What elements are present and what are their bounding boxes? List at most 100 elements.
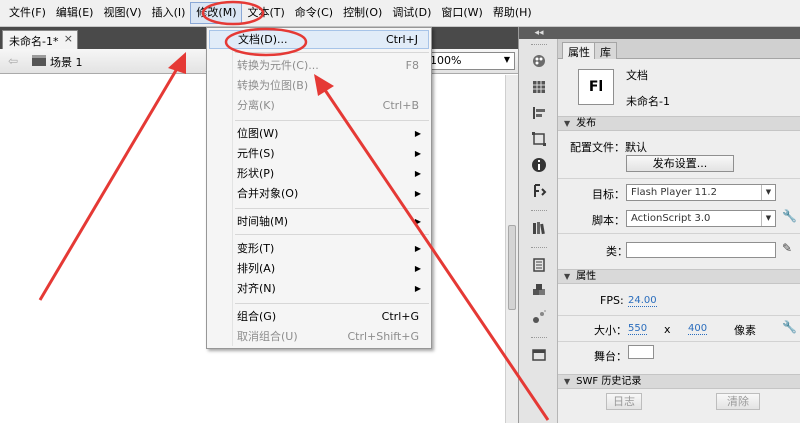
properties-section-header[interactable]: ▼ 属性 — [558, 269, 800, 284]
info-icon[interactable] — [531, 157, 547, 173]
wrench-icon[interactable]: 🔧 — [782, 209, 797, 223]
menu-item-label: 时间轴(M) — [237, 215, 289, 228]
publish-settings-button[interactable]: 发布设置... — [626, 155, 734, 172]
height-value[interactable]: 400 — [688, 323, 708, 335]
tab-properties[interactable]: 属性 — [562, 42, 596, 59]
color-palette-icon[interactable] — [531, 53, 547, 69]
collapse-triangle-icon: ▼ — [564, 272, 571, 281]
menu-item-convert-to-symbol[interactable]: 转换为元件(C)... F8 — [209, 56, 429, 75]
menu-item-transform[interactable]: 变形(T) ▶ — [209, 239, 429, 258]
menu-item-timeline[interactable]: 时间轴(M) ▶ — [209, 212, 429, 231]
publish-section-header[interactable]: ▼ 发布 — [558, 116, 800, 131]
menu-item-document[interactable]: 文档(D)... Ctrl+J — [209, 30, 429, 49]
menu-item-shortcut: Ctrl+B — [382, 99, 419, 112]
fps-value[interactable]: 24.00 — [628, 295, 657, 307]
vertical-scrollbar[interactable] — [505, 75, 518, 423]
menu-item-symbol[interactable]: 元件(S) ▶ — [209, 144, 429, 163]
menu-item-break-apart[interactable]: 分离(K) Ctrl+B — [209, 96, 429, 115]
menu-item-shortcut: Ctrl+J — [385, 33, 418, 46]
clear-button[interactable]: 清除 — [716, 393, 760, 410]
menu-text[interactable]: 文本(T) — [242, 2, 289, 24]
submenu-arrow-icon: ▶ — [414, 189, 421, 198]
menu-separator — [235, 208, 429, 209]
class-label: 类： — [606, 245, 628, 258]
menu-debug[interactable]: 调试(D) — [387, 2, 436, 24]
menu-view[interactable]: 视图(V) — [98, 2, 146, 24]
class-input[interactable] — [626, 242, 776, 258]
wrench-icon[interactable]: 🔧 — [782, 320, 797, 334]
script-select[interactable]: ActionScript 3.0 ▼ — [626, 210, 776, 227]
menu-item-label: 位图(W) — [237, 127, 279, 140]
target-select[interactable]: Flash Player 11.2 ▼ — [626, 184, 776, 201]
library-books-icon[interactable] — [531, 220, 547, 236]
submenu-arrow-icon: ▶ — [414, 149, 421, 158]
stage-color-swatch[interactable] — [628, 345, 654, 359]
gripper — [531, 247, 547, 249]
menu-item-label: 文档(D)... — [238, 33, 288, 46]
menu-item-arrange[interactable]: 排列(A) ▶ — [209, 259, 429, 278]
fps-label: FPS: — [600, 294, 624, 307]
menu-item-group[interactable]: 组合(G) Ctrl+G — [209, 307, 429, 326]
transform-icon[interactable] — [531, 131, 547, 147]
width-value[interactable]: 550 — [628, 323, 648, 335]
menu-help[interactable]: 帮助(H) — [488, 2, 537, 24]
menu-item-label: 分离(K) — [237, 99, 275, 112]
gripper — [531, 210, 547, 212]
size-label: 大小： — [594, 324, 627, 337]
menu-insert[interactable]: 插入(I) — [147, 2, 191, 24]
submenu-arrow-icon: ▶ — [414, 244, 421, 253]
submenu-arrow-icon: ▶ — [414, 284, 421, 293]
properties-section-title: 属性 — [576, 271, 597, 282]
menu-item-shape[interactable]: 形状(P) ▶ — [209, 164, 429, 183]
collapse-triangle-icon: ▼ — [564, 377, 571, 386]
swf-history-section-title: SWF 历史记录 — [576, 376, 642, 387]
publish-section-title: 发布 — [576, 118, 597, 129]
menu-control[interactable]: 控制(O) — [338, 2, 387, 24]
collapse-icon[interactable]: ◂◂ — [519, 27, 559, 39]
panel-icon-strip: ◂◂ — [518, 27, 559, 423]
menu-item-ungroup[interactable]: 取消组合(U) Ctrl+Shift+G — [209, 327, 429, 346]
target-label: 目标： — [592, 188, 625, 201]
components-icon[interactable] — [531, 283, 547, 299]
document-tab-label: 未命名-1* — [9, 35, 59, 48]
menu-edit[interactable]: 编辑(E) — [51, 2, 99, 24]
swatches-grid-icon[interactable] — [531, 79, 547, 95]
menu-item-convert-to-bitmap[interactable]: 转换为位图(B) — [209, 76, 429, 95]
back-arrow-icon[interactable]: ⇦ — [8, 54, 18, 68]
menu-item-label: 取消组合(U) — [237, 330, 298, 343]
menu-item-shortcut: Ctrl+Shift+G — [347, 330, 419, 343]
document-type-label: 文档 — [626, 69, 648, 82]
menu-window[interactable]: 窗口(W) — [436, 2, 487, 24]
motion-presets-icon[interactable] — [531, 309, 547, 325]
menu-file[interactable]: 文件(F) — [4, 2, 51, 24]
fl-document-icon: Fl — [578, 69, 614, 105]
history-icon[interactable] — [531, 257, 547, 273]
script-label: 脚本： — [592, 214, 625, 227]
log-button[interactable]: 日志 — [606, 393, 642, 410]
document-tab[interactable]: 未命名-1* × — [2, 30, 78, 49]
output-panel-icon[interactable] — [531, 347, 547, 363]
divider — [558, 341, 800, 342]
tab-library[interactable]: 库 — [594, 42, 617, 59]
divider — [558, 233, 800, 234]
scrollbar-thumb[interactable] — [508, 225, 516, 310]
submenu-arrow-icon: ▶ — [414, 264, 421, 273]
scene-label[interactable]: 场景 1 — [50, 54, 83, 70]
size-separator: x — [664, 323, 671, 336]
document-name: 未命名-1 — [626, 95, 670, 108]
modify-menu-dropdown: 文档(D)... Ctrl+J 转换为元件(C)... F8 转换为位图(B) … — [206, 27, 432, 349]
menu-commands[interactable]: 命令(C) — [290, 2, 338, 24]
menu-item-align[interactable]: 对齐(N) ▶ — [209, 279, 429, 298]
stage-color-label: 舞台： — [594, 350, 627, 363]
menu-modify[interactable]: 修改(M) — [190, 2, 243, 24]
code-snippets-icon[interactable] — [531, 183, 547, 199]
panel-tabs: 属性 库 — [558, 39, 800, 59]
zoom-select[interactable]: 100% ▼ — [425, 52, 515, 70]
close-icon[interactable]: × — [64, 32, 73, 45]
swf-history-section-header[interactable]: ▼ SWF 历史记录 — [558, 374, 800, 389]
pencil-icon[interactable]: ✎ — [782, 241, 792, 255]
menu-item-bitmap[interactable]: 位图(W) ▶ — [209, 124, 429, 143]
menu-item-combine-objects[interactable]: 合并对象(O) ▶ — [209, 184, 429, 203]
align-icon[interactable] — [531, 105, 547, 121]
menu-item-label: 变形(T) — [237, 242, 275, 255]
